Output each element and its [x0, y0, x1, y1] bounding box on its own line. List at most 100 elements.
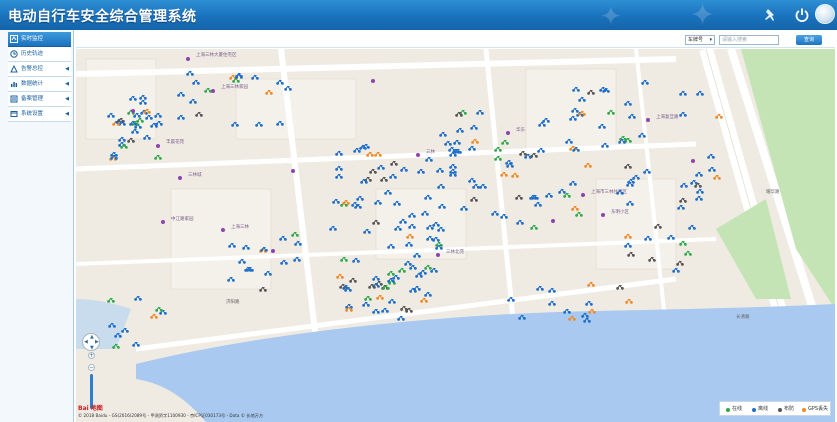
bike-marker-icon[interactable] [294, 240, 302, 246]
power-icon[interactable] [793, 6, 811, 24]
bike-marker-icon[interactable] [511, 172, 519, 178]
bike-marker-icon[interactable] [259, 286, 267, 292]
sidebar-item-realtime[interactable]: 实时监控 [8, 32, 71, 47]
pan-up-icon[interactable]: ▲ [90, 334, 94, 340]
bike-marker-icon[interactable] [565, 138, 573, 144]
bike-marker-icon[interactable] [713, 174, 721, 180]
bike-marker-icon[interactable] [432, 236, 440, 242]
bike-marker-icon[interactable] [352, 257, 360, 263]
bike-marker-icon[interactable] [571, 205, 579, 211]
bike-marker-icon[interactable] [468, 145, 476, 151]
bike-marker-icon[interactable] [500, 213, 508, 219]
bike-marker-icon[interactable] [244, 266, 252, 272]
bike-marker-icon[interactable] [366, 151, 374, 157]
bike-marker-icon[interactable] [405, 241, 413, 247]
bike-marker-icon[interactable] [362, 301, 370, 307]
bike-marker-icon[interactable] [335, 173, 343, 179]
bike-marker-icon[interactable] [518, 314, 526, 320]
bike-marker-icon[interactable] [108, 322, 116, 328]
sidebar-item-settings[interactable]: 系统设置 ◀ [8, 107, 71, 122]
bike-marker-icon[interactable] [360, 178, 368, 184]
bike-marker-icon[interactable] [472, 183, 480, 189]
bike-marker-icon[interactable] [548, 287, 556, 293]
bike-marker-icon[interactable] [129, 95, 137, 101]
search-type-select[interactable]: 车牌号 ▾ [685, 35, 715, 45]
bike-marker-icon[interactable] [454, 148, 462, 154]
sidebar-item-alarm[interactable]: 告警总控 ◀ [8, 62, 71, 77]
bike-marker-icon[interactable] [437, 226, 445, 232]
bike-marker-icon[interactable] [235, 73, 243, 79]
bike-marker-icon[interactable] [336, 273, 344, 279]
bike-marker-icon[interactable] [439, 131, 447, 137]
bike-marker-icon[interactable] [519, 150, 527, 156]
bike-marker-icon[interactable] [618, 138, 626, 144]
bike-marker-icon[interactable] [420, 297, 428, 303]
bike-marker-icon[interactable] [228, 242, 236, 248]
bike-marker-icon[interactable] [384, 189, 392, 195]
bike-marker-icon[interactable] [530, 224, 538, 230]
bike-marker-icon[interactable] [374, 151, 382, 157]
bike-marker-icon[interactable] [251, 74, 259, 80]
bike-marker-icon[interactable] [335, 150, 343, 156]
bike-marker-icon[interactable] [260, 246, 268, 252]
bike-marker-icon[interactable] [679, 240, 687, 246]
bike-marker-icon[interactable] [578, 110, 586, 116]
bike-marker-icon[interactable] [626, 181, 634, 187]
bike-marker-icon[interactable] [507, 296, 515, 302]
bike-marker-icon[interactable] [400, 166, 408, 172]
bike-marker-icon[interactable] [390, 160, 398, 166]
bike-marker-icon[interactable] [110, 154, 118, 160]
bike-marker-icon[interactable] [470, 124, 478, 130]
bike-marker-icon[interactable] [624, 100, 632, 106]
bike-marker-icon[interactable] [417, 168, 425, 174]
bike-marker-icon[interactable] [444, 140, 452, 146]
bike-marker-icon[interactable] [293, 256, 301, 262]
bike-marker-icon[interactable] [715, 113, 723, 119]
bike-marker-icon[interactable] [255, 121, 263, 127]
bike-marker-icon[interactable] [569, 115, 577, 121]
bike-marker-icon[interactable] [624, 163, 632, 169]
bike-marker-icon[interactable] [351, 201, 359, 207]
bike-marker-icon[interactable] [694, 182, 702, 188]
zoom-in-button[interactable]: + [88, 352, 95, 359]
bike-marker-icon[interactable] [515, 194, 523, 200]
bike-marker-icon[interactable] [145, 114, 153, 120]
bike-marker-icon[interactable] [626, 200, 634, 206]
bike-marker-icon[interactable] [362, 143, 370, 149]
bike-marker-icon[interactable] [695, 195, 703, 201]
bike-marker-icon[interactable] [437, 183, 445, 189]
bike-marker-icon[interactable] [139, 99, 147, 105]
bike-marker-icon[interactable] [584, 162, 592, 168]
bike-marker-icon[interactable] [456, 127, 464, 133]
bike-marker-icon[interactable] [500, 171, 508, 177]
bike-marker-icon[interactable] [616, 189, 624, 195]
bike-marker-icon[interactable] [177, 114, 185, 120]
bike-marker-icon[interactable] [132, 341, 140, 347]
bike-marker-icon[interactable] [627, 251, 635, 257]
bike-marker-icon[interactable] [470, 196, 478, 202]
bike-marker-icon[interactable] [342, 199, 350, 205]
bike-marker-icon[interactable] [398, 267, 406, 273]
bike-marker-icon[interactable] [400, 305, 408, 311]
bike-marker-icon[interactable] [134, 295, 142, 301]
bike-marker-icon[interactable] [558, 188, 566, 194]
bike-marker-icon[interactable] [408, 223, 416, 229]
bike-marker-icon[interactable] [641, 79, 649, 85]
bike-marker-icon[interactable] [494, 155, 502, 161]
bike-marker-icon[interactable] [601, 142, 609, 148]
bike-marker-icon[interactable] [449, 168, 457, 174]
bike-marker-icon[interactable] [129, 120, 137, 126]
bike-marker-icon[interactable] [372, 308, 380, 314]
bike-marker-icon[interactable] [329, 225, 337, 231]
bike-marker-icon[interactable] [679, 111, 687, 117]
bike-marker-icon[interactable] [607, 109, 615, 115]
bike-marker-icon[interactable] [242, 244, 250, 250]
bike-marker-icon[interactable] [120, 143, 128, 149]
bike-marker-icon[interactable] [453, 139, 461, 145]
bike-marker-icon[interactable] [127, 137, 135, 143]
bike-marker-icon[interactable] [340, 256, 348, 262]
bike-marker-icon[interactable] [599, 86, 607, 92]
bike-marker-icon[interactable] [227, 276, 235, 282]
bike-marker-icon[interactable] [114, 332, 122, 338]
bike-marker-icon[interactable] [545, 192, 553, 198]
